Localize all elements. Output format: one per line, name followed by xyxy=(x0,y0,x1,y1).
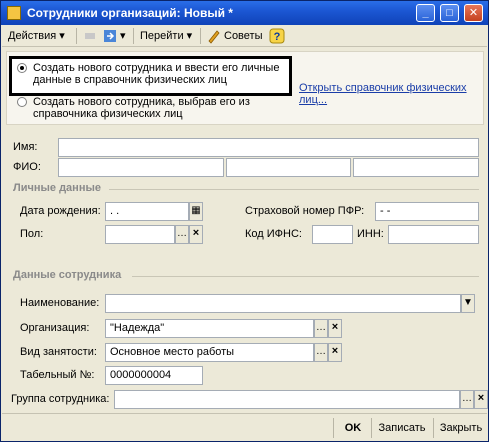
tab-number-label: Табельный №: xyxy=(20,369,95,381)
section-divider xyxy=(132,276,479,277)
fio-last-name-input[interactable] xyxy=(58,158,224,177)
goto-menu[interactable]: Перейти ▾ xyxy=(140,28,192,44)
tab-number-input[interactable]: 0000000004 xyxy=(105,366,203,385)
radio-pick-existing-label[interactable]: Создать нового сотрудника, выбрав его из… xyxy=(33,96,281,120)
inn-label: ИНН: xyxy=(357,228,384,240)
toolbar-separator xyxy=(200,28,201,44)
employee-name-label: Наименование: xyxy=(20,297,100,309)
actions-menu[interactable]: Действия ▾ xyxy=(8,28,65,44)
radio-pick-existing[interactable] xyxy=(17,97,27,107)
first-name-input[interactable] xyxy=(58,138,479,157)
minimize-icon[interactable]: _ xyxy=(416,4,435,22)
radio-create-new[interactable] xyxy=(17,63,27,73)
personal-data-heading: Личные данные xyxy=(13,182,101,194)
gender-input[interactable] xyxy=(105,225,175,244)
toolbar: Действия ▾ ▾ Перейти ▾ Советы ? xyxy=(2,25,487,47)
organization-label: Организация: xyxy=(20,322,90,334)
tips-button[interactable]: Советы xyxy=(224,28,262,44)
dropdown-arrow-icon[interactable]: ▼ xyxy=(461,294,475,313)
gender-label: Пол: xyxy=(20,228,44,240)
fio-label: ФИО: xyxy=(13,161,41,173)
birth-date-input[interactable]: . . xyxy=(105,202,189,221)
footer-separator xyxy=(333,418,334,438)
ellipsis-icon[interactable]: … xyxy=(314,319,328,338)
close-button[interactable]: Закрыть xyxy=(436,419,486,437)
document-window: Сотрудники организаций: Новый * _ □ ✕ Де… xyxy=(0,0,489,442)
employment-type-input[interactable]: Основное место работы xyxy=(105,343,314,362)
clear-x-icon[interactable]: × xyxy=(474,390,488,409)
clear-x-icon[interactable]: × xyxy=(328,319,342,338)
inn-input[interactable] xyxy=(388,225,479,244)
section-divider xyxy=(109,189,479,190)
footer-separator xyxy=(371,418,372,438)
clear-x-icon[interactable]: × xyxy=(328,343,342,362)
tips-icon[interactable] xyxy=(206,28,222,44)
ifns-code-label: Код ИФНС: xyxy=(245,228,302,240)
open-individuals-link[interactable]: Открыть справочник физических лиц... xyxy=(299,82,475,106)
window-title: Сотрудники организаций: Новый * xyxy=(27,6,233,20)
footer-bar: OK Записать Закрыть xyxy=(2,413,487,441)
employee-group-input[interactable] xyxy=(114,390,460,409)
birth-date-label: Дата рождения: xyxy=(20,205,101,217)
goto-arrow-dropdown[interactable]: ▾ xyxy=(120,28,126,44)
organization-input[interactable]: "Надежда" xyxy=(105,319,314,338)
footer-separator xyxy=(433,418,434,438)
goto-arrow-icon[interactable] xyxy=(102,28,118,44)
fio-first-name-input[interactable] xyxy=(226,158,351,177)
ellipsis-icon[interactable]: … xyxy=(460,390,474,409)
maximize-icon[interactable]: □ xyxy=(440,4,459,22)
app-icon xyxy=(7,6,21,20)
close-icon[interactable]: ✕ xyxy=(464,4,483,22)
first-name-label: Имя: xyxy=(13,141,38,153)
employment-type-label: Вид занятости: xyxy=(20,346,97,358)
pfr-number-input[interactable]: - - xyxy=(375,202,479,221)
help-icon[interactable]: ? xyxy=(269,28,285,44)
employee-data-heading: Данные сотрудника xyxy=(13,269,122,281)
svg-text:?: ? xyxy=(274,31,281,43)
ellipsis-icon[interactable]: … xyxy=(314,343,328,362)
employee-name-input[interactable] xyxy=(105,294,461,313)
fio-middle-name-input[interactable] xyxy=(353,158,479,177)
employee-group-label: Группа сотрудника: xyxy=(11,393,110,405)
pfr-number-label: Страховой номер ПФР: xyxy=(245,205,365,217)
title-bar[interactable]: Сотрудники организаций: Новый * _ □ ✕ xyxy=(1,1,488,25)
save-button[interactable]: Записать xyxy=(374,419,430,437)
radio-create-new-label[interactable]: Создать нового сотрудника и ввести его л… xyxy=(33,62,285,86)
toolbar-separator xyxy=(133,28,134,44)
toolbar-separator xyxy=(76,28,77,44)
ok-button[interactable]: OK xyxy=(338,419,368,437)
back-icon[interactable] xyxy=(82,28,98,44)
ifns-code-input[interactable] xyxy=(312,225,353,244)
ellipsis-icon[interactable]: … xyxy=(175,225,189,244)
clear-x-icon[interactable]: × xyxy=(189,225,203,244)
calendar-icon[interactable]: ▦ xyxy=(189,202,203,221)
